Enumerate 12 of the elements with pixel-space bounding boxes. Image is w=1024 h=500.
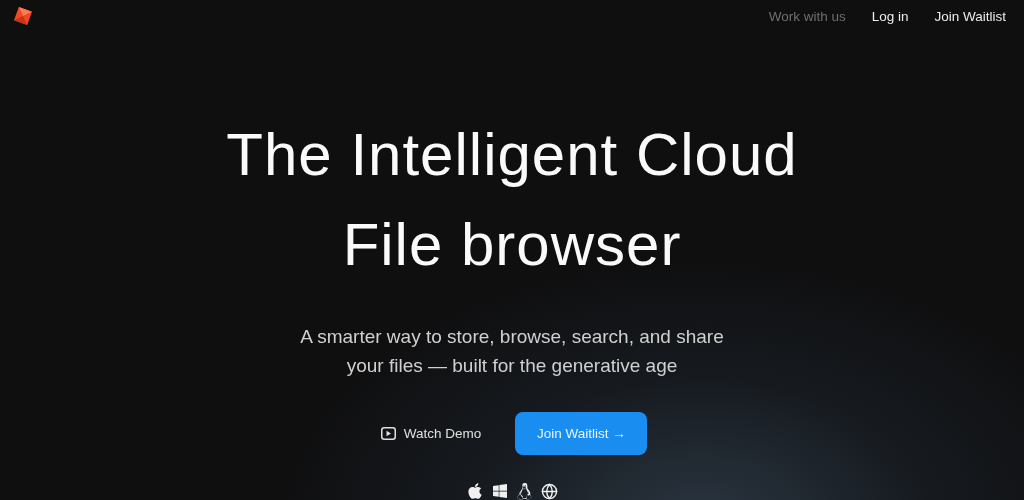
hero-title: The Intelligent Cloud xyxy=(226,120,798,190)
apple-icon xyxy=(466,482,484,500)
nav-link[interactable]: Work with us xyxy=(768,8,846,24)
watch-demo-button[interactable]: Watch Demo xyxy=(376,416,486,451)
nav-link[interactable]: Log in xyxy=(871,8,909,24)
hero-title: File browser xyxy=(342,210,682,280)
play-icon xyxy=(380,427,396,440)
windows-icon xyxy=(492,483,508,499)
hero-subtitle: A smarter way to store, browse, search, and share your files — built for the generative age xyxy=(300,325,724,378)
globe-icon xyxy=(541,482,558,500)
penguin-icon xyxy=(516,482,533,500)
nav-link[interactable]: Join Waitlist xyxy=(934,8,1006,24)
